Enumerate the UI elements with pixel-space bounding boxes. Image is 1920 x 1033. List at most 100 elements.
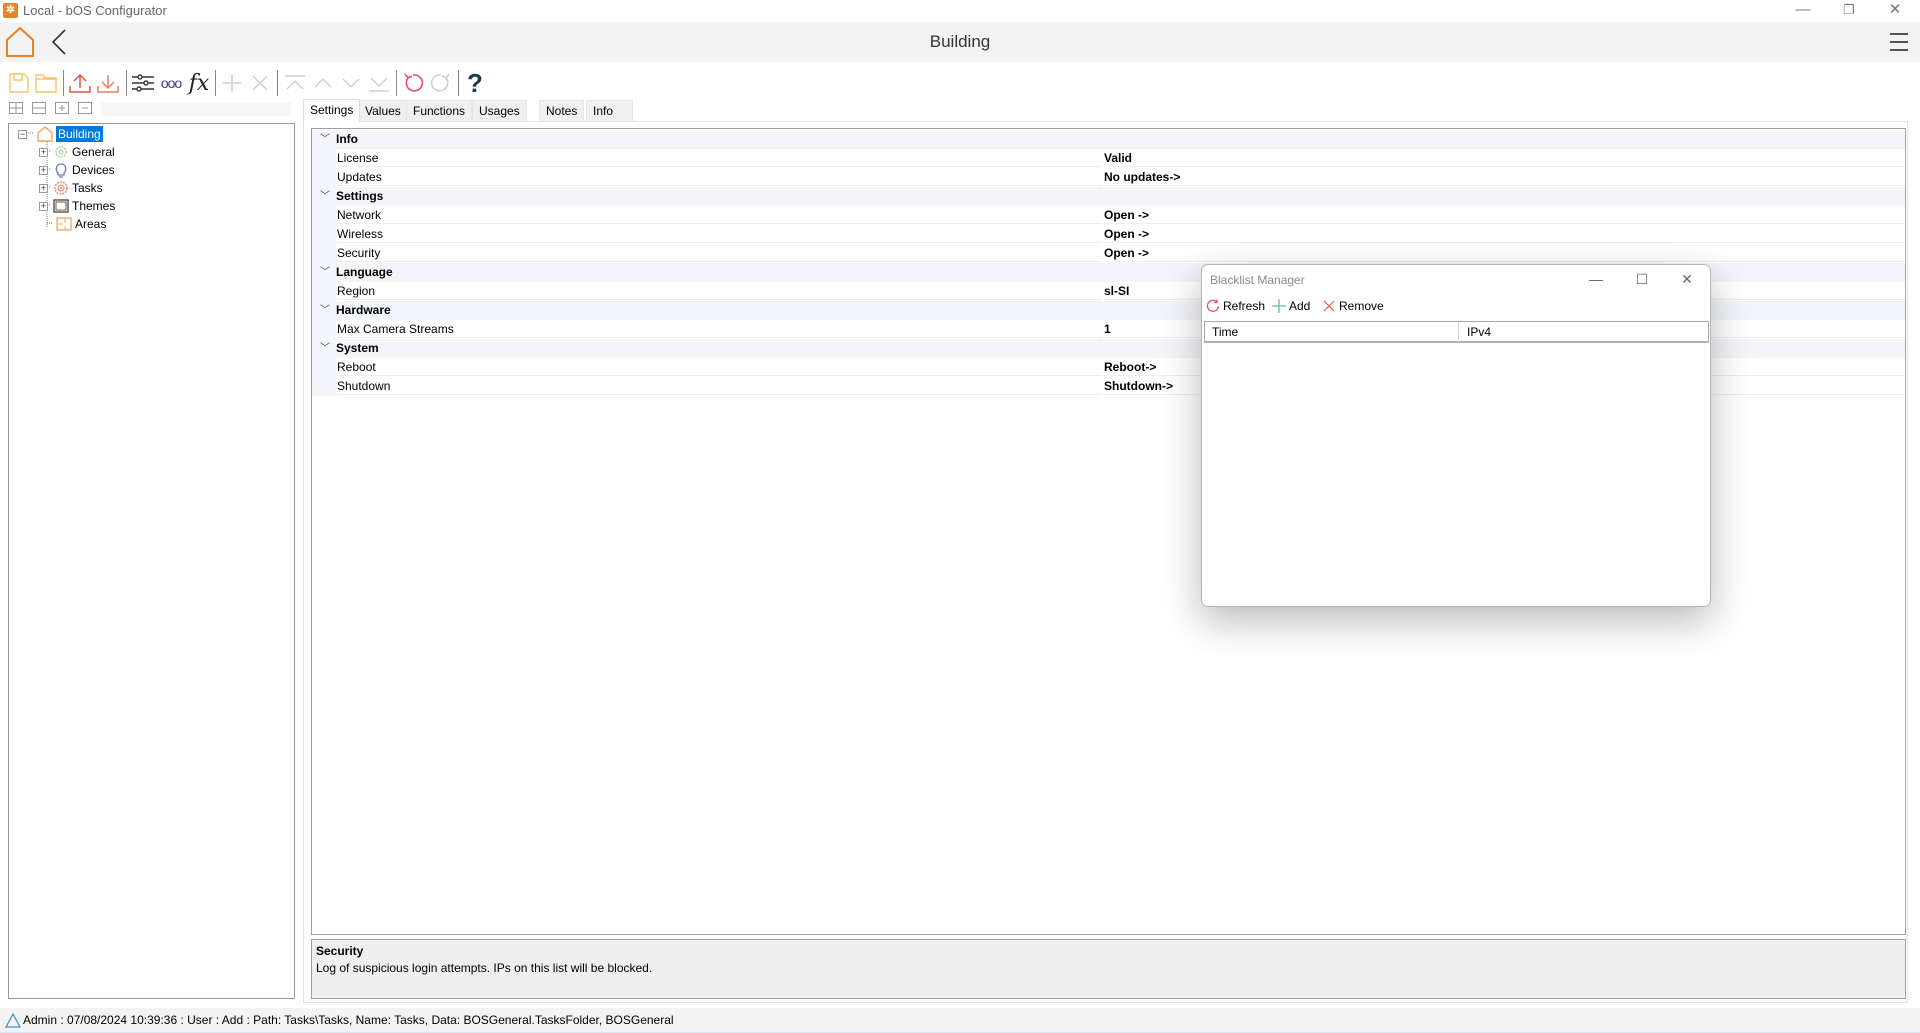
download-button[interactable] (95, 66, 121, 100)
category-settings[interactable]: ﹀ Settings (312, 187, 1905, 206)
download-icon (97, 75, 119, 93)
redo-button[interactable] (428, 66, 454, 100)
gear-icon: ✲ (3, 3, 18, 18)
description-title: Security (316, 944, 364, 958)
expand-toggle[interactable]: + (39, 183, 48, 193)
restore-button[interactable]: ❐ (1826, 0, 1872, 22)
tree-node-areas[interactable]: Areas (53, 215, 106, 233)
collapse-toggle[interactable]: − (18, 129, 27, 139)
move-top-button[interactable] (282, 66, 308, 100)
warning-icon (5, 1013, 21, 1028)
chevron-down-icon[interactable]: ﹀ (320, 263, 330, 282)
tab-notes[interactable]: Notes (539, 100, 585, 122)
move-up-button[interactable] (310, 66, 336, 100)
add-button[interactable]: Add (1271, 297, 1310, 315)
property-row[interactable]: Network Open -> (312, 206, 1905, 225)
target-gear-icon (54, 181, 68, 195)
collapse-all-icon[interactable] (32, 102, 46, 114)
dialog-minimize-button[interactable]: — (1576, 268, 1616, 290)
open-button[interactable] (33, 66, 59, 100)
property-value[interactable]: No updates-> (1104, 168, 1904, 186)
property-value[interactable]: Valid (1104, 149, 1904, 167)
tree-node-themes[interactable]: + Themes (39, 197, 115, 215)
chevron-down-icon[interactable]: ﹀ (320, 339, 330, 358)
property-name: Wireless (337, 225, 1102, 243)
tree-node-label: Themes (72, 199, 116, 213)
expand-toggle[interactable]: + (39, 165, 48, 175)
redo-icon (430, 73, 450, 92)
expand-all-icon[interactable] (9, 102, 23, 114)
minimize-button[interactable]: — (1780, 0, 1826, 22)
delete-button[interactable] (247, 66, 273, 100)
save-icon (9, 73, 29, 93)
tab-usages[interactable]: Usages (0) (472, 100, 527, 139)
close-button[interactable]: ✕ (1872, 0, 1918, 22)
refresh-button[interactable]: Refresh (1206, 297, 1265, 315)
x-icon (252, 75, 268, 91)
tab-values[interactable]: Values (358, 100, 408, 122)
undo-button[interactable] (400, 66, 426, 100)
property-row[interactable]: Updates No updates-> (312, 168, 1905, 187)
function-button[interactable]: fx (186, 66, 212, 100)
chevron-left-icon[interactable] (50, 28, 68, 56)
expand-icon[interactable] (55, 102, 69, 114)
blacklist-table-body[interactable] (1204, 345, 1709, 603)
home-icon[interactable] (5, 26, 35, 58)
save-button[interactable] (6, 66, 32, 100)
column-header-time[interactable]: Time (1205, 322, 1459, 342)
description-text: Log of suspicious login attempts. IPs on… (316, 961, 653, 975)
move-bottom-button[interactable] (366, 66, 392, 100)
column-header-ipv4[interactable]: IPv4 (1460, 322, 1708, 342)
property-value[interactable]: Open -> (1104, 206, 1904, 224)
tree-node-tasks[interactable]: + Tasks (39, 179, 103, 197)
navigation-bar: Building (0, 22, 1920, 62)
description-panel: Security Log of suspicious login attempt… (311, 939, 1906, 999)
property-value[interactable]: Open -> (1104, 225, 1904, 243)
chevron-down-icon (342, 78, 360, 89)
tree-node-label: Building (56, 126, 103, 142)
property-name: Updates (337, 168, 1102, 186)
tree-pane: − Building + General + Devices + Tasks +… (8, 123, 295, 999)
move-top-icon (285, 75, 305, 90)
status-text: Admin : 07/08/2024 10:39:36 : User : Add… (23, 1013, 674, 1027)
tree-node-label: General (72, 145, 115, 159)
property-value[interactable]: Open -> (1104, 244, 1904, 262)
more-button[interactable]: ooo (158, 66, 184, 100)
blacklist-manager-dialog: Blacklist Manager — ☐ ✕ Refresh Add Remo… (1201, 264, 1711, 607)
property-row[interactable]: License Valid (312, 149, 1905, 168)
tree-node-label: Devices (72, 163, 115, 177)
expand-toggle[interactable]: + (39, 201, 48, 211)
upload-button[interactable] (67, 66, 93, 100)
remove-button[interactable]: Remove (1322, 297, 1384, 315)
move-down-button[interactable] (338, 66, 364, 100)
chevron-down-icon[interactable]: ﹀ (320, 301, 330, 320)
frame-icon (53, 199, 69, 213)
sliders-icon (132, 74, 154, 92)
settings-button[interactable] (130, 66, 156, 100)
tab-info[interactable]: Info (586, 100, 633, 122)
main-toolbar: ooo fx ? (0, 66, 1920, 102)
expand-toggle[interactable]: + (39, 147, 48, 157)
collapse-icon[interactable] (78, 102, 92, 114)
folder-icon (35, 74, 57, 93)
add-button[interactable] (219, 66, 245, 100)
chevron-down-icon[interactable]: ﹀ (320, 187, 330, 206)
property-row[interactable]: Wireless Open -> (312, 225, 1905, 244)
property-name: Max Camera Streams (337, 320, 1102, 338)
property-name: Security (337, 244, 1102, 262)
property-row[interactable]: Security Open -> (312, 244, 1905, 263)
category-info[interactable]: ﹀ Info (312, 130, 1905, 149)
hamburger-menu-icon[interactable] (1889, 31, 1909, 53)
move-bottom-icon (369, 77, 389, 92)
dialog-close-button[interactable]: ✕ (1667, 268, 1707, 290)
chevron-down-icon[interactable]: ﹀ (320, 130, 330, 149)
plus-icon (1272, 299, 1286, 313)
tab-settings[interactable]: Settings (303, 99, 361, 122)
tree-node-general[interactable]: + General (39, 143, 115, 161)
refresh-icon (1206, 299, 1220, 312)
tree-node-devices[interactable]: + Devices (39, 161, 115, 179)
help-button[interactable]: ? (462, 66, 488, 100)
tab-functions[interactable]: Functions (406, 100, 473, 122)
dialog-maximize-button[interactable]: ☐ (1622, 268, 1662, 290)
tree-node-building[interactable]: − Building (18, 125, 103, 143)
